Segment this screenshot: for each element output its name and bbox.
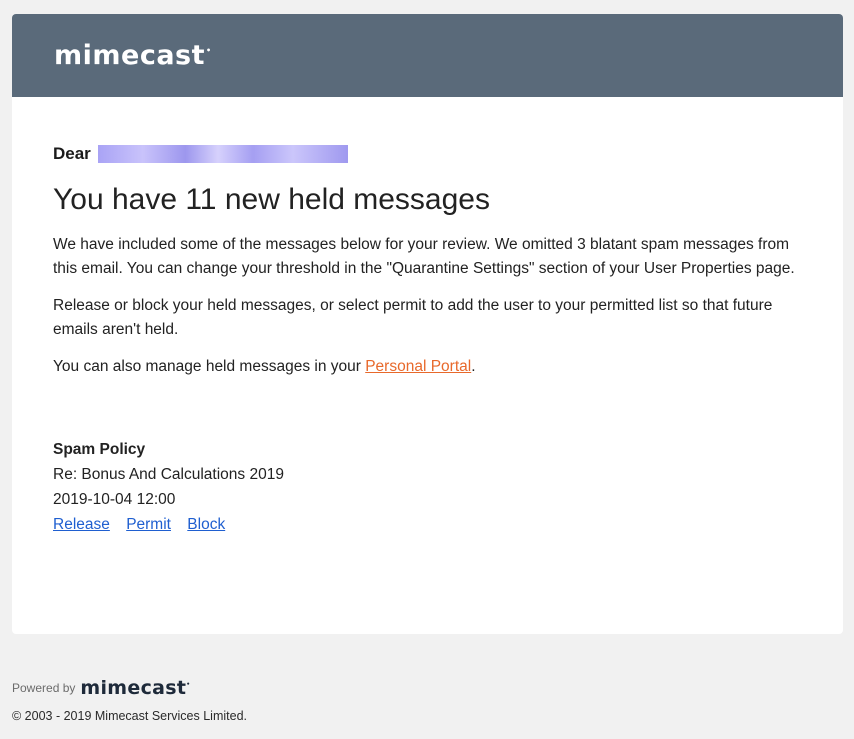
intro-paragraph: We have included some of the messages be… <box>53 236 795 277</box>
personal-portal-link[interactable]: Personal Portal <box>365 358 471 375</box>
footer-mimecast-logo: mimecast• <box>80 677 190 699</box>
permit-link[interactable]: Permit <box>126 516 171 533</box>
message-date: 2019-10-04 12:00 <box>53 491 176 508</box>
portal-paragraph: You can also manage held messages in you… <box>53 355 802 379</box>
powered-by-label: Powered by <box>12 681 76 695</box>
redacted-recipient-name <box>97 145 348 163</box>
block-link[interactable]: Block <box>187 516 225 533</box>
email-card: mimecast• Dear You have 11 new held mess… <box>12 14 843 634</box>
release-link[interactable]: Release <box>53 516 110 533</box>
page-title: You have 11 new held messages <box>53 183 490 216</box>
footer-logo-mark: • <box>186 681 191 688</box>
email-header: mimecast• <box>12 14 843 97</box>
message-subject: Re: Bonus And Calculations 2019 <box>53 466 284 483</box>
logo-mark: • <box>206 46 212 55</box>
portal-paragraph-prefix: You can also manage held messages in you… <box>53 358 366 375</box>
email-body: Dear You have 11 new held messages We ha… <box>12 144 843 537</box>
message-policy: Spam Policy <box>53 441 146 458</box>
instructions-paragraph: Release or block your held messages, or … <box>53 297 773 338</box>
greeting-salutation: Dear <box>53 144 91 163</box>
mimecast-logo: mimecast• <box>54 40 212 71</box>
greeting: Dear <box>53 144 802 164</box>
powered-by: Powered by mimecast• <box>12 677 247 699</box>
held-message-item: Spam Policy Re: Bonus And Calculations 2… <box>53 437 802 537</box>
copyright: © 2003 - 2019 Mimecast Services Limited. <box>12 709 248 723</box>
portal-paragraph-suffix: . <box>471 358 476 375</box>
email-footer: Powered by mimecast• © 2003 - 2019 Mimec… <box>12 677 247 723</box>
logo-text: mimecast <box>54 40 206 71</box>
message-actions: Release Permit Block <box>53 512 802 537</box>
footer-logo-text: mimecast <box>80 677 187 699</box>
